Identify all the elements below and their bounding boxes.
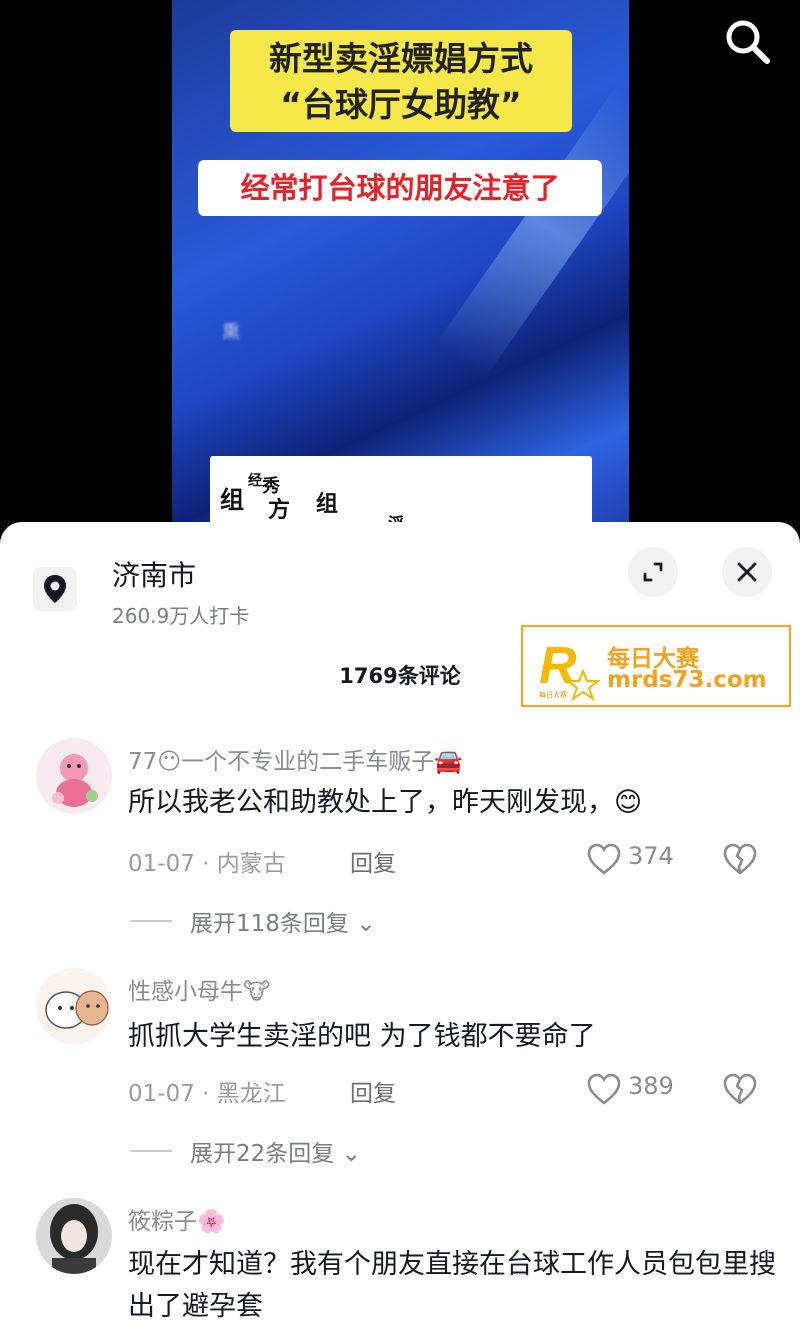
- broken-heart-icon: [723, 1073, 757, 1105]
- expand-icon: [643, 562, 663, 582]
- avatar[interactable]: [36, 968, 112, 1044]
- like-button[interactable]: 389: [586, 1072, 674, 1106]
- chevron-down-icon: ⌄: [356, 911, 376, 937]
- doc-fragment: 组: [220, 486, 244, 514]
- broken-heart-icon: [723, 843, 757, 875]
- chevron-down-icon: ⌄: [341, 1141, 361, 1167]
- comment-text: 抓抓大学生卖淫的吧 为了钱都不要命了: [128, 1021, 596, 1052]
- expand-replies-label: 展开118条回复 ⌄: [190, 911, 376, 937]
- divider-line: [130, 1150, 172, 1152]
- video-title-line1: 新型卖淫嫖娼方式: [269, 39, 533, 78]
- dislike-button[interactable]: [722, 1072, 758, 1106]
- comment-text: 现在才知道？我有个朋友直接在台球工作人员包包里搜出了避孕套: [128, 1249, 776, 1322]
- dislike-button[interactable]: [722, 842, 758, 876]
- comment-meta: 01-07 · 黑龙江: [128, 1081, 286, 1107]
- close-button[interactable]: [722, 547, 772, 597]
- video-subtitle: 经常打台球的朋友注意了: [198, 160, 602, 216]
- like-button[interactable]: 374: [586, 842, 674, 876]
- reply-button[interactable]: 回复: [350, 844, 396, 878]
- expand-button[interactable]: [628, 547, 678, 597]
- heart-icon: [587, 1073, 621, 1105]
- comment-username[interactable]: 筱粽子🌸: [128, 1202, 226, 1236]
- video-blur-text: 熏: [222, 322, 240, 343]
- video-player[interactable]: 新型卖淫嫖娼方式 “台球厅女助教” 经常打台球的朋友注意了 熏 组 经 秀 方 …: [172, 0, 629, 540]
- svg-text:每日大赛: 每日大赛: [539, 690, 567, 699]
- comment-meta: 01-07 · 内蒙古: [128, 851, 286, 877]
- expand-replies-label: 展开22条回复 ⌄: [190, 1141, 361, 1167]
- comment-username[interactable]: 性感小母牛🐮: [128, 972, 270, 1006]
- divider-line: [130, 920, 172, 922]
- doc-fragment: 经: [248, 473, 262, 489]
- comment-text: 所以我老公和助教处上了，昨天刚发现，😊: [128, 787, 643, 818]
- like-count: 389: [628, 1072, 674, 1100]
- comment-username[interactable]: 77😶一个不专业的二手车贩子🚘: [128, 742, 463, 776]
- comments-sheet: 济南市 260.9万人打卡 R 每日大赛 每日大赛 mrds73.com 176…: [0, 522, 800, 1333]
- video-title-banner: 新型卖淫嫖娼方式 “台球厅女助教”: [230, 30, 572, 132]
- doc-fragment: 组: [316, 492, 339, 517]
- location-city[interactable]: 济南市: [112, 554, 196, 594]
- reply-button[interactable]: 回复: [350, 1074, 396, 1108]
- avatar[interactable]: [36, 1198, 112, 1274]
- video-title-line2: “台球厅女助教”: [280, 85, 522, 124]
- location-checkins: 260.9万人打卡: [112, 604, 250, 628]
- avatar[interactable]: [36, 738, 112, 814]
- location-pin-icon[interactable]: [33, 567, 77, 611]
- like-count: 374: [628, 842, 674, 870]
- doc-fragment: 方: [268, 498, 291, 523]
- comment-count: 1769条评论: [339, 664, 461, 688]
- heart-icon: [587, 843, 621, 875]
- close-icon: [737, 562, 757, 582]
- search-icon[interactable]: [722, 16, 774, 68]
